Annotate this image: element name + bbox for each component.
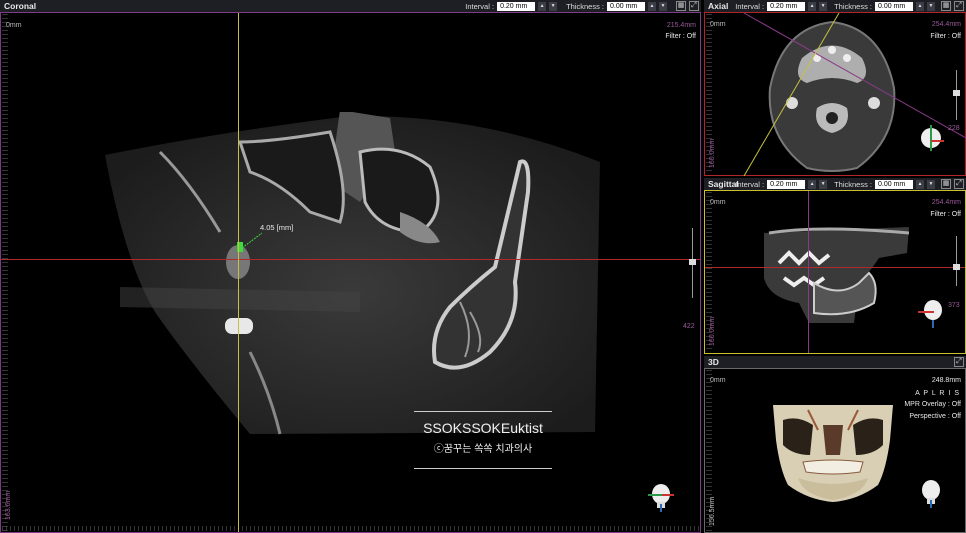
axial-header: Axial Interval : 0.20 mm ▲ ▼ Thickness :… [704,0,966,12]
sagittal-slice-slider-handle[interactable] [953,264,960,270]
axial-slice-slider-handle[interactable] [953,90,960,96]
coronal-thickness-up-button[interactable]: ▲ [648,1,656,11]
axial-interval-label: Interval : [735,1,765,11]
sagittal-interval-input[interactable]: 0.20 mm [767,179,806,189]
sagittal-scale-bottom-left: 160.0mm [709,316,716,346]
view3d-scale-top-left: 0mm [710,377,726,384]
sagittal-pane[interactable]: Sagittal Interval : 0.20 mm ▲ ▼ Thicknes… [704,178,966,354]
view3d-mpr-overlay[interactable]: MPR Overlay : Off [904,401,961,408]
sagittal-crosshair-horizontal[interactable] [705,267,965,268]
skull-3d-render [773,405,893,502]
orientation-head-icon [918,300,942,328]
coronal-ruler-bottom [2,526,699,531]
maximize-icon[interactable]: ⤢ [689,1,699,11]
axial-interval-down-button[interactable]: ▼ [819,1,828,11]
view3d-orientation-labels[interactable]: A P L R I S [915,390,960,397]
sagittal-thickness-label: Thickness : [834,179,872,189]
sagittal-slider-value: 373 [948,302,960,309]
coronal-ct-image [105,112,600,435]
sagittal-thickness-up-button[interactable]: ▲ [916,179,924,189]
sagittal-header: Sagittal Interval : 0.20 mm ▲ ▼ Thicknes… [704,178,966,190]
orientation-head-icon [922,480,940,508]
orientation-head-icon [921,125,944,151]
grid-icon[interactable]: ▦ [676,1,686,11]
coronal-interval-label: Interval : [465,1,495,11]
watermark-subtitle: ⓒ꿈꾸는 쏙쏙 치과의사 [433,444,533,455]
sagittal-interval-down-button[interactable]: ▼ [819,179,828,189]
sagittal-interval-up-button[interactable]: ▲ [808,179,817,189]
maximize-icon[interactable]: ⤢ [954,1,964,11]
axial-thickness-up-button[interactable]: ▲ [916,1,924,11]
coronal-ruler-left [2,14,8,531]
coronal-slider-value: 422 [683,323,695,330]
coronal-interval-down-button[interactable]: ▼ [549,1,558,11]
coronal-filter-status: Filter : Off [665,33,696,40]
sagittal-ct-image [764,227,909,323]
sagittal-thickness-down-button[interactable]: ▼ [927,179,935,189]
axial-title: Axial [708,1,729,11]
grid-icon[interactable]: ▦ [941,1,951,11]
coronal-thickness-label: Thickness : [566,1,604,11]
view3d-pane[interactable]: 3D ⤢ 0mm 248.8mm A P L R I S MPR Overlay… [704,356,966,533]
sagittal-scale-top-right: 254.4mm [931,199,961,206]
coronal-interval-up-button[interactable]: ▲ [538,1,547,11]
maximize-icon[interactable]: ⤢ [954,179,964,189]
grid-icon[interactable]: ▦ [941,179,951,189]
axial-thickness-input[interactable]: 0.00 mm [875,1,913,11]
sagittal-crosshair-vertical[interactable] [808,191,809,353]
sagittal-slice-slider-track[interactable] [956,236,957,286]
sagittal-thickness-input[interactable]: 0.00 mm [875,179,913,189]
coronal-slice-slider-handle[interactable] [689,259,696,265]
view3d-scale-bottom-left: 156.5mm [709,496,716,526]
coronal-thickness-input[interactable]: 0.00 mm [607,1,645,11]
sagittal-scale-top-left: 0mm [710,199,726,206]
view3d-title: 3D [708,357,719,367]
axial-interval-input[interactable]: 0.20 mm [767,1,806,11]
watermark-title: SSOKSSOKEuktist [423,420,543,436]
axial-pane[interactable]: Axial Interval : 0.20 mm ▲ ▼ Thickness :… [704,0,966,176]
coronal-scale-top-left: 0mm [6,22,22,29]
coronal-header: Coronal Interval : 0.20 mm ▲ ▼ Thickness… [0,0,701,12]
sagittal-title: Sagittal [708,179,739,189]
view3d-header: 3D ⤢ [704,356,966,368]
coronal-interval-input[interactable]: 0.20 mm [497,1,536,11]
coronal-pane[interactable]: Coronal Interval : 0.20 mm ▲ ▼ Thickness… [0,0,701,533]
view3d-perspective[interactable]: Perspective : Off [909,413,961,420]
coronal-crosshair-vertical[interactable] [238,13,239,532]
watermark: SSOKSSOKEuktist ⓒ꿈꾸는 쏙쏙 치과의사 [414,411,552,469]
axial-interval-up-button[interactable]: ▲ [808,1,817,11]
coronal-scale-bottom-left: 163.6mm [5,490,12,520]
axial-slider-value: 228 [948,125,960,132]
orientation-head-icon [648,484,674,512]
axial-thickness-label: Thickness : [834,1,872,11]
coronal-crosshair-horizontal[interactable] [1,259,700,260]
view3d-scale-top-right: 248.8mm [931,377,961,384]
axial-thickness-down-button[interactable]: ▼ [927,1,935,11]
sagittal-filter-status: Filter : Off [930,211,961,218]
maximize-icon[interactable]: ⤢ [954,357,964,367]
sagittal-interval-label: Interval : [735,179,765,189]
coronal-title: Coronal [4,1,37,11]
coronal-thickness-down-button[interactable]: ▼ [659,1,667,11]
coronal-scale-top-right: 215.4mm [666,22,696,29]
